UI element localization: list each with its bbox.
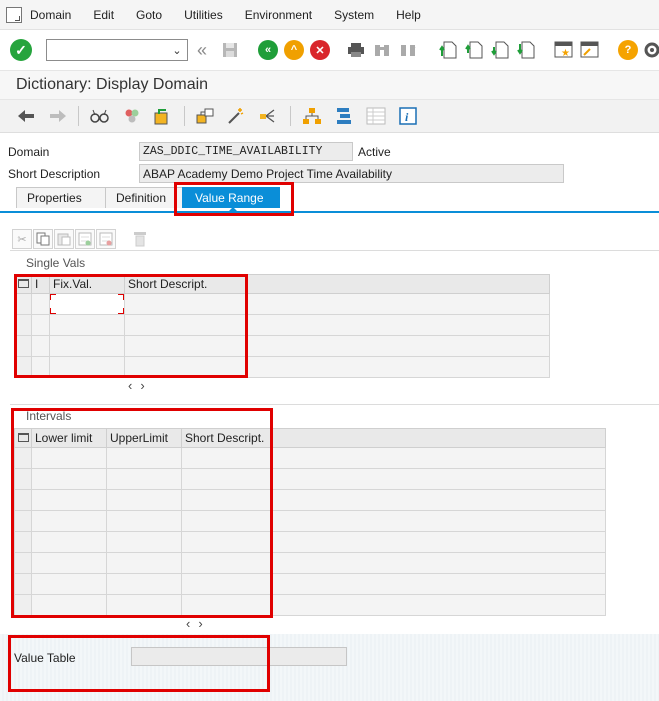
column-select-icon[interactable] [14,428,32,448]
menu-domain[interactable]: Domain [30,8,71,22]
table-row [14,489,606,511]
svg-text:+: + [411,43,416,52]
display-change-glasses-icon[interactable] [90,107,110,125]
table-row [14,594,606,616]
navigation-window-icon[interactable] [334,107,354,125]
tab-definition[interactable]: Definition [105,187,183,208]
find-icon[interactable] [372,40,392,60]
table-row [14,447,606,469]
window-menu-icon[interactable] [6,6,22,23]
info-icon[interactable]: i [398,107,418,125]
generate-shortcut-icon[interactable] [580,40,600,60]
activate-icon[interactable] [196,107,216,125]
value-table-label: Value Table [14,651,76,665]
system-toolbar: ✓ ⌄ « « ^ ✕ + ★ ? [0,30,659,70]
last-page-icon[interactable] [516,40,536,60]
where-used-list-icon[interactable] [258,107,278,125]
table-row [14,552,606,574]
history-back-icon[interactable]: « [192,40,212,60]
table-row [14,573,606,595]
menu-utilities[interactable]: Utilities [184,8,223,22]
fixed-values-icon[interactable] [130,229,150,249]
back-icon[interactable]: « [258,40,278,60]
short-description-label: Short Description [8,167,101,181]
menu-bar: Domain Edit Goto Utilities Environment S… [0,0,659,30]
next-page-icon[interactable] [490,40,510,60]
single-vals-horizontal-scroll-icon[interactable]: ‹› [128,378,153,393]
first-page-icon[interactable] [438,40,458,60]
create-session-icon[interactable]: ★ [554,40,574,60]
application-toolbar: i [0,100,659,133]
menu-help[interactable]: Help [396,8,421,22]
exit-icon[interactable]: ^ [284,40,304,60]
forward-arrow-icon[interactable] [48,107,68,125]
status-text: Active [358,145,391,159]
table-row [14,356,550,378]
save-icon[interactable] [220,40,240,60]
help-icon[interactable]: ? [618,40,638,60]
menu-goto[interactable]: Goto [136,8,162,22]
chevron-down-icon[interactable]: ⌄ [169,42,185,58]
intervals-horizontal-scroll-icon[interactable]: ‹› [186,616,211,631]
domain-label: Domain [8,145,50,159]
single-vals-title: Single Vals [26,256,86,270]
table-display-icon[interactable] [366,107,386,125]
find-next-icon[interactable]: + [398,40,418,60]
value-table-section [0,634,659,701]
intervals-table: Lower limit UpperLimit Short Descript. [14,428,606,616]
short-description-field[interactable]: ABAP Academy Demo Project Time Availabil… [139,164,564,183]
delete-row-icon[interactable] [96,229,116,249]
tab-properties[interactable]: Properties [16,187,106,208]
column-header-short-descript[interactable]: Short Descript. [124,274,550,294]
column-header-upper-limit[interactable]: UpperLimit [106,428,182,448]
back-arrow-icon[interactable] [16,107,36,125]
table-row [14,531,606,553]
intervals-title: Intervals [26,409,72,423]
table-row [14,335,550,357]
command-field[interactable]: ⌄ [46,39,188,61]
column-header-fix-val[interactable]: Fix.Val. [49,274,125,294]
cut-icon[interactable]: ✂ [12,229,32,249]
command-input[interactable] [58,40,176,60]
insert-row-icon[interactable] [75,229,95,249]
table-row [14,468,606,490]
previous-page-icon[interactable] [464,40,484,60]
tab-strip: Properties Definition Value Range [16,187,280,208]
column-header-indicator[interactable]: I [31,274,50,294]
domain-field[interactable]: ZAS_DDIC_TIME_AVAILABILITY [139,142,353,161]
object-list-hierarchy-icon[interactable] [302,107,322,125]
enter-checkmark-icon[interactable]: ✓ [10,39,32,61]
table-header-row: Lower limit UpperLimit Short Descript. [14,428,606,448]
column-header-lower-limit[interactable]: Lower limit [31,428,107,448]
magic-wand-icon[interactable] [226,107,246,125]
value-table-field[interactable] [131,647,347,666]
menu-environment[interactable]: Environment [245,8,312,22]
single-vals-table: I Fix.Val. Short Descript. [14,274,550,378]
column-select-icon[interactable] [14,274,32,294]
column-header-short-descript[interactable]: Short Descript. [181,428,606,448]
tab-value-range[interactable]: Value Range [182,187,280,208]
cancel-icon[interactable]: ✕ [310,40,330,60]
print-icon[interactable] [346,40,366,60]
table-row [14,510,606,532]
paste-icon[interactable] [54,229,74,249]
table-row [14,293,550,315]
tab-underline [0,211,659,213]
table-header-row: I Fix.Val. Short Descript. [14,274,550,294]
menu-system[interactable]: System [334,8,374,22]
check-icon[interactable] [152,107,172,125]
active-inactive-icon[interactable] [122,107,142,125]
menu-edit[interactable]: Edit [93,8,114,22]
fix-val-input-cell[interactable] [49,293,125,315]
copy-icon[interactable] [33,229,53,249]
page-title: Dictionary: Display Domain [0,70,659,100]
table-row [14,314,550,336]
svg-text:★: ★ [561,48,570,59]
customize-layout-icon[interactable] [642,40,659,60]
